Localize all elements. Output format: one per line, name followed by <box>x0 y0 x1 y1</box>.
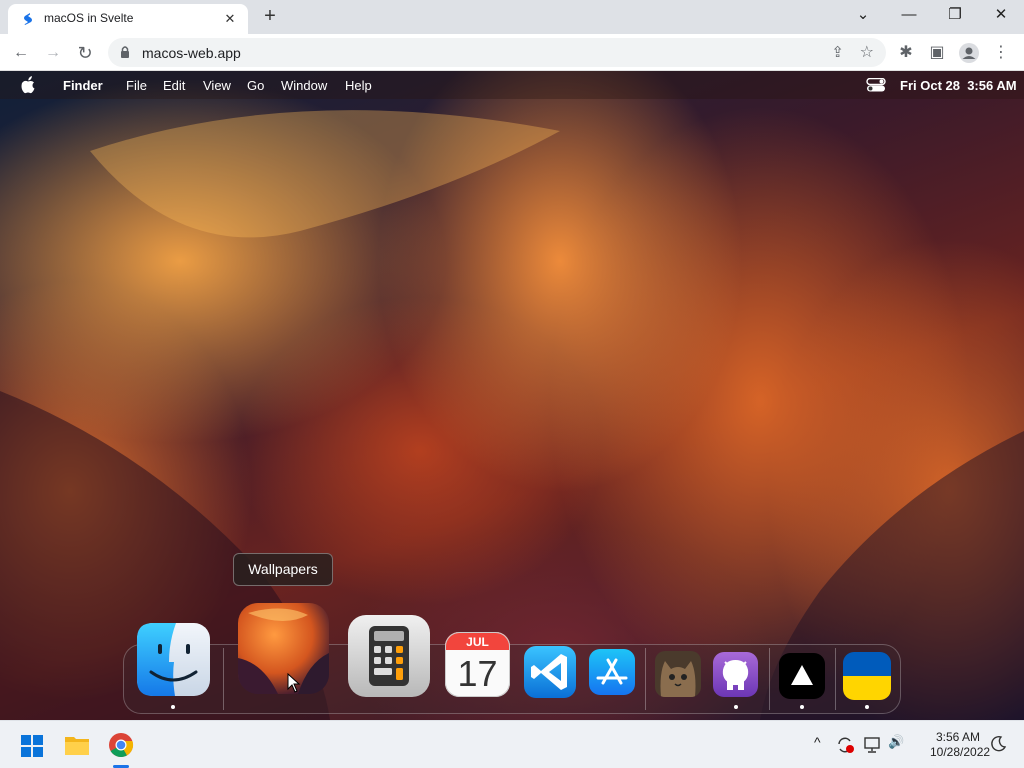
file-explorer-icon[interactable] <box>64 733 90 757</box>
finder-running-dot <box>171 705 175 709</box>
calculator-icon[interactable] <box>347 614 431 698</box>
calendar-day: 17 <box>457 653 498 694</box>
tab-title: macOS in Svelte <box>44 11 134 25</box>
tab-close-icon[interactable]: ✕ <box>220 9 240 29</box>
lock-icon <box>121 46 129 58</box>
browser-toolbar: ← → ↻ macos-web.app ⇪ ☆ ✱ ▣ ⋮ <box>0 34 1024 71</box>
url-text: macos-web.app <box>142 45 241 61</box>
browser-tab[interactable]: macOS in Svelte ✕ <box>8 4 248 34</box>
finder-icon[interactable] <box>136 622 211 697</box>
windows-start-icon[interactable] <box>20 734 44 758</box>
calendar-month: JUL <box>466 635 489 649</box>
extensions-icon[interactable]: ✱ <box>893 40 919 66</box>
dock-tooltip: Wallpapers <box>233 553 333 586</box>
network-icon[interactable] <box>863 736 883 754</box>
browser-tab-strip: macOS in Svelte ✕ + ⌄ — ❐ ✕ <box>0 0 1024 34</box>
tab-search-icon[interactable]: ⌄ <box>840 0 886 32</box>
apple-logo-icon[interactable] <box>20 76 36 94</box>
dock-separator <box>769 648 770 710</box>
windows-taskbar: ^ 🔊 3:56 AM 10/28/2022 <box>0 720 1024 768</box>
new-tab-button[interactable]: + <box>258 5 282 29</box>
focus-assist-moon-icon[interactable] <box>989 735 1007 753</box>
menu-finder[interactable]: Finder <box>63 78 103 93</box>
restore-icon[interactable]: ❐ <box>932 0 978 32</box>
tray-overflow-icon[interactable]: ^ <box>814 734 821 750</box>
ukraine-flag-icon[interactable] <box>843 652 891 700</box>
volume-icon[interactable]: 🔊 <box>888 734 904 750</box>
appstore-icon[interactable] <box>588 648 636 696</box>
menubar-time: 3:56 AM <box>967 78 1017 93</box>
close-window-icon[interactable]: ✕ <box>978 0 1024 32</box>
profile-avatar[interactable] <box>956 40 982 66</box>
menu-edit[interactable]: Edit <box>163 78 185 93</box>
share-icon[interactable]: ⇪ <box>831 43 844 61</box>
menu-help[interactable]: Help <box>345 78 372 93</box>
macos-menubar: Finder File Edit View Go Window Help Fri… <box>0 71 1024 99</box>
menu-file[interactable]: File <box>126 78 147 93</box>
taskbar-clock[interactable]: 3:56 AM 10/28/2022 <box>930 730 991 760</box>
menu-go[interactable]: Go <box>247 78 264 93</box>
dock-separator <box>835 648 836 710</box>
vercel-running-dot <box>800 705 804 709</box>
vscode-icon[interactable] <box>523 645 577 699</box>
forward-icon[interactable]: → <box>40 40 66 66</box>
taskbar-time: 3:56 AM <box>935 730 980 744</box>
dock-separator <box>223 648 224 710</box>
wallpapers-icon[interactable] <box>238 603 329 694</box>
taskbar-date: 10/28/2022 <box>930 745 991 759</box>
menubar-date: Fri Oct 28 <box>900 78 960 93</box>
reload-icon[interactable]: ↻ <box>72 40 98 66</box>
sync-icon[interactable] <box>836 736 856 754</box>
github-icon[interactable] <box>712 651 759 698</box>
menu-view[interactable]: View <box>203 78 231 93</box>
menu-window[interactable]: Window <box>281 78 327 93</box>
side-panel-icon[interactable]: ▣ <box>924 40 950 66</box>
svelte-favicon-icon <box>24 13 32 25</box>
minimize-icon[interactable]: — <box>886 0 932 32</box>
macos-desktop: Finder File Edit View Go Window Help Fri… <box>0 71 1024 720</box>
bookmark-star-icon[interactable]: ☆ <box>860 42 874 62</box>
chrome-taskbar-icon[interactable] <box>108 732 134 758</box>
cat-photo-icon[interactable] <box>655 651 701 697</box>
ukraine-running-dot <box>865 705 869 709</box>
address-bar[interactable]: macos-web.app ⇪ ☆ <box>108 38 886 67</box>
back-icon[interactable]: ← <box>8 40 34 66</box>
chrome-menu-icon[interactable]: ⋮ <box>988 40 1014 66</box>
vercel-icon[interactable] <box>778 652 826 700</box>
mouse-cursor-icon <box>287 673 301 693</box>
menubar-clock[interactable]: Fri Oct 28 3:56 AM <box>900 78 1017 93</box>
github-running-dot <box>734 705 738 709</box>
control-center-icon[interactable] <box>866 78 886 92</box>
dock-separator <box>645 648 646 710</box>
